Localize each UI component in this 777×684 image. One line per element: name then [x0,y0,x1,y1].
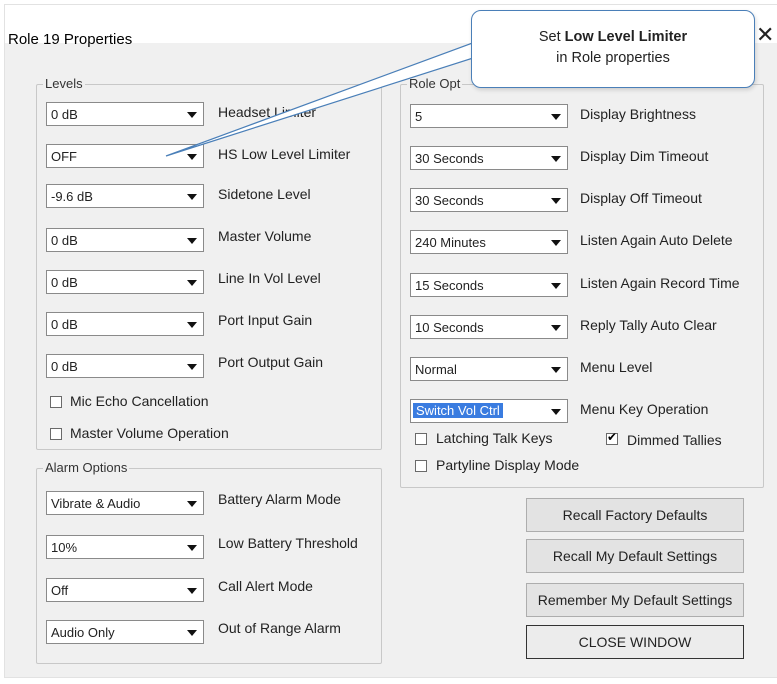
callout-bold: Low Level Limiter [564,29,688,45]
callout-line2: in Role properties [556,50,670,66]
callout-line1: Set Low Level Limiter [472,29,754,45]
callout-box: Set Low Level Limiter in Role properties [471,10,755,88]
callout-pointer [165,37,493,157]
callout-prefix: Set [538,29,565,45]
